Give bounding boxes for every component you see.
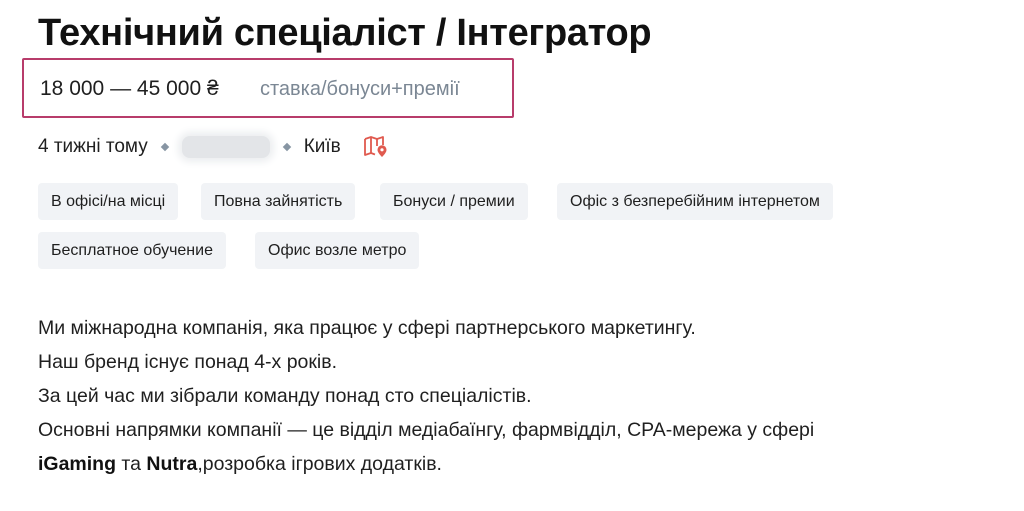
description-text: ,розробка ігрових додатків. <box>197 453 442 475</box>
tag-office-near-metro: Офис возле метро <box>255 232 420 269</box>
description-line: За цей час ми зібрали команду понад сто … <box>38 385 532 407</box>
description-line: Основні напрямки компанії — це відділ ме… <box>38 419 815 441</box>
company-name-blurred <box>181 136 270 158</box>
separator-diamond-icon <box>282 142 291 152</box>
tag-full-time: Повна зайнятість <box>201 183 356 220</box>
posted-date: 4 тижні тому <box>38 136 148 157</box>
job-title: Технічний спеціаліст / Інтегратор <box>38 12 652 54</box>
job-city: Київ <box>303 136 341 157</box>
separator-diamond-icon <box>160 142 169 152</box>
job-meta-row: 4 тижні тому Київ <box>38 132 389 162</box>
description-line: Наш бренд існує понад 4-х років. <box>38 351 338 373</box>
description-text: та <box>116 453 147 475</box>
map-pin-icon[interactable] <box>363 134 389 160</box>
description-line: iGaming та Nutra,розробка ігрових додатк… <box>38 447 814 481</box>
tag-bonuses: Бонуси / премии <box>380 183 528 220</box>
description-line: Ми міжнародна компанія, яка працює у сфе… <box>38 317 696 339</box>
tag-free-training: Бесплатное обучение <box>38 232 226 269</box>
igaming-bold: iGaming <box>38 453 117 475</box>
nutra-bold: Nutra <box>146 453 198 475</box>
tag-office-internet: Офіс з безперебійним інтернетом <box>557 183 833 220</box>
salary-highlight-box: 18 000 — 45 000 ₴ ставка/бонуси+премії <box>22 58 514 118</box>
salary-range: 18 000 — 45 000 ₴ <box>40 77 219 100</box>
salary-note: ставка/бонуси+премії <box>260 78 460 100</box>
job-description: Ми міжнародна компанія, яка працює у сфе… <box>38 311 814 481</box>
tag-office: В офісі/на місці <box>38 183 179 220</box>
